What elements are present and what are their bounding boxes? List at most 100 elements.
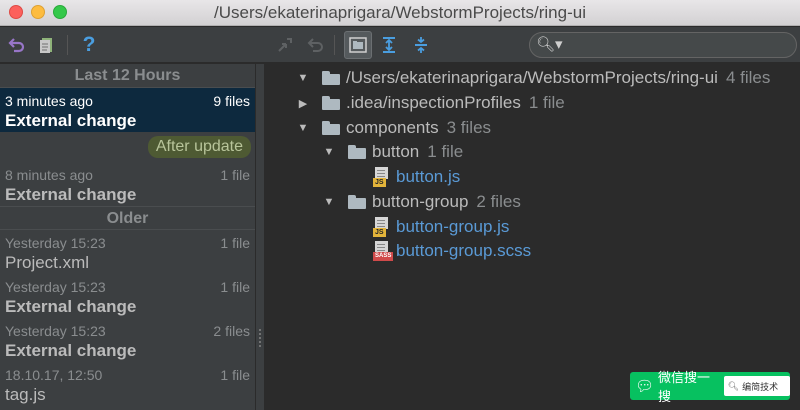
history-entry[interactable]: 3 minutes ago 9 files External change (0, 88, 255, 132)
diff-arrows-icon (278, 38, 292, 52)
window-title: /Users/ekaterinaprigara/WebstormProjects… (214, 2, 586, 22)
toolbar-separator (334, 35, 335, 55)
close-window-button[interactable] (9, 5, 23, 19)
tree-file-button-group-js[interactable]: JS button-group.js (372, 215, 509, 239)
history-list: Last 12 Hours 3 minutes ago 9 files Exter… (0, 64, 255, 410)
entry-title: Project.xml (5, 253, 90, 272)
entry-time: Yesterday 15:23 (5, 279, 106, 295)
history-entry[interactable]: Yesterday 15:23 2 files External change (0, 318, 255, 362)
folder-icon (349, 37, 367, 53)
history-entry[interactable]: Yesterday 15:23 1 file External change (0, 274, 255, 318)
group-header-last-12-hours: Last 12 Hours (0, 64, 255, 88)
expanded-arrow-icon[interactable]: ▼ (296, 122, 310, 134)
expand-all-icon (383, 37, 395, 53)
sass-file-icon: SASS (372, 241, 394, 261)
history-entry[interactable]: Yesterday 15:23 1 file Project.xml (0, 230, 255, 274)
entry-time: Yesterday 15:23 (5, 323, 106, 339)
changed-files-tree: ▼ /Users/ekaterinaprigara/WebstormProjec… (266, 64, 800, 410)
revert-button[interactable] (6, 34, 28, 56)
folder-icon (348, 145, 366, 159)
folder-icon (322, 96, 340, 110)
collapse-all-icon (415, 37, 427, 53)
drag-handle-icon[interactable] (258, 328, 262, 348)
file-name: button.js (396, 167, 461, 186)
help-button[interactable]: ? (78, 33, 100, 56)
entry-time: 3 minutes ago (5, 93, 93, 109)
window-controls (9, 5, 67, 19)
entry-title: tag.js (5, 385, 46, 404)
search-icon: 🔍︎ (727, 380, 740, 391)
watermark: 💬︎ 微信搜一搜 🔍︎ 编简技术 (630, 370, 790, 404)
minimize-window-button[interactable] (31, 5, 45, 19)
node-name: components (346, 118, 439, 137)
entry-file-count: 2 files (213, 323, 250, 339)
revert-selection-button[interactable] (305, 34, 327, 56)
entry-file-count: 9 files (213, 93, 250, 109)
js-file-icon: JS (372, 167, 392, 187)
tree-node-root[interactable]: ▼ /Users/ekaterinaprigara/WebstormProjec… (296, 66, 771, 90)
entry-title: External change (5, 111, 137, 130)
show-file-button[interactable] (36, 34, 58, 56)
toolbar-separator (67, 35, 68, 55)
collapse-all-button[interactable] (410, 34, 432, 56)
tree-node-button[interactable]: ▼ button 1 file (322, 140, 464, 164)
panel-splitter[interactable] (255, 64, 265, 410)
history-entry[interactable]: 8 minutes ago 1 file External change (0, 162, 255, 206)
entry-file-count: 1 file (220, 235, 250, 251)
undo-icon (307, 38, 323, 52)
watermark-text: 微信搜一搜 (658, 370, 711, 404)
entry-file-count: 1 file (220, 279, 250, 295)
expanded-arrow-icon[interactable]: ▼ (296, 72, 310, 84)
diff-button[interactable] (274, 34, 296, 56)
node-count: 1 file (427, 142, 464, 161)
after-update-label: After update (147, 136, 251, 158)
tree-file-button-js[interactable]: JS button.js (372, 165, 460, 189)
expanded-arrow-icon[interactable]: ▼ (322, 146, 336, 158)
wechat-icon: 💬︎ (635, 378, 655, 395)
node-count: 1 file (528, 93, 565, 112)
file-name: button-group.scss (396, 241, 532, 260)
file-name: button-group.js (396, 217, 510, 236)
entry-file-count: 1 file (220, 367, 250, 383)
node-name: button-group (372, 192, 469, 211)
toolbar: ? 🔍︎▾ (0, 27, 800, 63)
node-name: .idea/inspectionProfiles (346, 93, 521, 112)
search-icon: 🔍︎▾ (536, 36, 563, 53)
watermark-search-box: 🔍︎ 编简技术 (723, 376, 790, 396)
tree-node-components[interactable]: ▼ components 3 files (296, 116, 492, 140)
entry-time: 8 minutes ago (5, 167, 93, 183)
node-count: 3 files (446, 118, 492, 137)
entry-time: 18.10.17, 12:50 (5, 367, 103, 383)
document-icon (40, 38, 52, 53)
collapsed-arrow-icon[interactable]: ▶ (296, 97, 310, 110)
group-by-directory-toggle[interactable] (344, 31, 372, 59)
expanded-arrow-icon[interactable]: ▼ (322, 196, 336, 208)
group-header-older: Older (0, 206, 255, 230)
title-bar: /Users/ekaterinaprigara/WebstormProjects… (0, 0, 800, 26)
js-file-icon: JS (372, 217, 392, 237)
tree-node-idea[interactable]: ▶ .idea/inspectionProfiles 1 file (296, 91, 565, 115)
search-field[interactable]: 🔍︎▾ (529, 32, 797, 58)
expand-all-button[interactable] (378, 34, 400, 56)
label-row: After update (0, 132, 255, 162)
entry-title: External change (5, 341, 137, 360)
node-name: /Users/ekaterinaprigara/WebstormProjects… (346, 68, 718, 87)
history-entry[interactable]: 18.10.17, 12:50 1 file tag.js (0, 362, 255, 406)
folder-icon (348, 195, 366, 209)
node-count: 2 files (476, 192, 521, 211)
entry-title: External change (5, 185, 137, 204)
node-name: button (372, 142, 420, 161)
node-count: 4 files (725, 68, 771, 87)
help-icon: ? (82, 33, 96, 56)
search-input[interactable] (560, 36, 790, 54)
watermark-box-text: 编简技术 (742, 381, 779, 392)
tree-node-button-group[interactable]: ▼ button-group 2 files (322, 190, 521, 214)
undo-arrow-icon (8, 38, 25, 53)
tree-file-button-group-scss[interactable]: SASS button-group.scss (372, 239, 531, 263)
folder-icon (322, 121, 340, 135)
zoom-window-button[interactable] (53, 5, 67, 19)
entry-file-count: 1 file (220, 167, 250, 183)
folder-icon (322, 71, 340, 85)
entry-title: External change (5, 297, 137, 316)
entry-time: Yesterday 15:23 (5, 235, 106, 251)
